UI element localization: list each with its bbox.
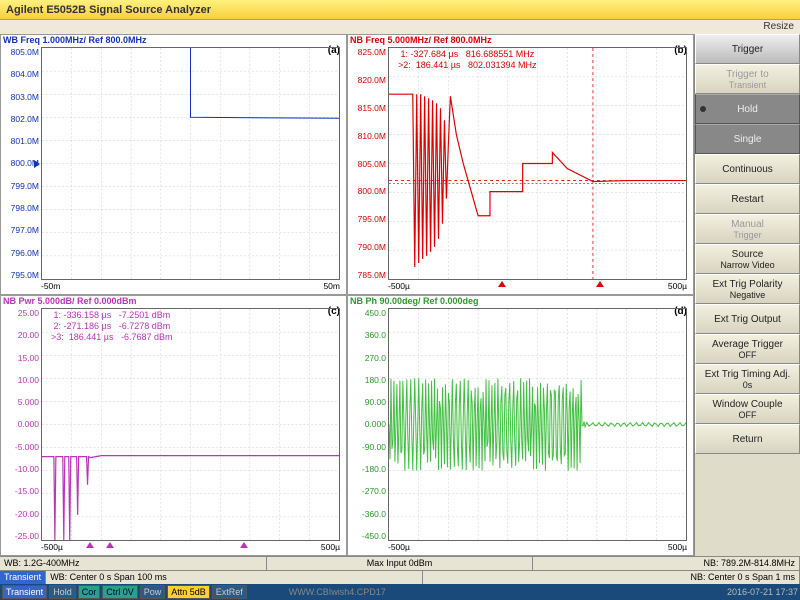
status-transient[interactable]: Transient	[0, 571, 46, 584]
chip-cor[interactable]: Cor	[78, 585, 101, 599]
pane-c-yticks: 25.0020.0015.0010.005.0000.000-5.000-10.…	[1, 308, 39, 541]
radio-dot-icon	[700, 106, 706, 112]
status-nb-center: NB: Center 0 s Span 1 ms	[423, 571, 800, 584]
title-bar: Agilent E5052B Signal Source Analyzer	[0, 0, 800, 20]
sidebar: Trigger Trigger toTransient Hold Single …	[694, 34, 800, 556]
pane-b-title: NB Freq 5.000MHz/ Ref 800.0MHz	[350, 35, 492, 45]
pane-b-xticks: -500µ500µ	[388, 281, 687, 293]
status-max-input: Max Input 0dBm	[267, 557, 534, 570]
pane-a-xticks: -50m50m	[41, 281, 340, 293]
pane-nb-freq[interactable]: NB Freq 5.000MHz/ Ref 800.0MHz (b) 825.0…	[347, 34, 694, 295]
pane-c-title: NB Pwr 5.000dB/ Ref 0.000dBm	[3, 296, 137, 306]
watermark: WWW.CBIwish4.CPD17	[289, 587, 386, 597]
status-bar-2: Transient Hold Cor Ctrl 0V Pow Attn 5dB …	[0, 584, 800, 600]
manual-trigger-button[interactable]: ManualTrigger	[695, 214, 800, 244]
chip-extref[interactable]: ExtRef	[212, 585, 247, 599]
return-button[interactable]: Return	[695, 424, 800, 454]
status-nb-range: NB: 789.2M-814.8MHz	[533, 557, 800, 570]
status-bar-1: WB: 1.2G-400MHz Max Input 0dBm NB: 789.2…	[0, 556, 800, 570]
resize-label[interactable]: Resize	[763, 21, 794, 32]
pane-d-xticks: -500µ500µ	[388, 542, 687, 554]
chip-transient[interactable]: Transient	[2, 585, 47, 599]
ext-trig-timing-button[interactable]: Ext Trig Timing Adj.0s	[695, 364, 800, 394]
trigger-button[interactable]: Trigger	[695, 34, 800, 64]
datetime: 2016-07-21 17:37	[727, 587, 798, 597]
ref-marker-icon	[34, 160, 40, 168]
average-trigger-button[interactable]: Average TriggerOFF	[695, 334, 800, 364]
continuous-button[interactable]: Continuous	[695, 154, 800, 184]
plot-grid: WB Freq 1.000MHz/ Ref 800.0MHz (a) 805.0…	[0, 34, 694, 556]
single-button[interactable]: Single	[695, 124, 800, 154]
pane-wb-freq[interactable]: WB Freq 1.000MHz/ Ref 800.0MHz (a) 805.0…	[0, 34, 347, 295]
pane-c-xticks: -500µ500µ	[41, 542, 340, 554]
status-bar-1b: Transient WB: Center 0 s Span 100 ms NB:…	[0, 570, 800, 584]
pane-a-title: WB Freq 1.000MHz/ Ref 800.0MHz	[3, 35, 147, 45]
trigger-to-transient-button[interactable]: Trigger toTransient	[695, 64, 800, 94]
chip-ctrl0v[interactable]: Ctrl 0V	[102, 585, 138, 599]
window-couple-button[interactable]: Window CoupleOFF	[695, 394, 800, 424]
ext-trig-output-button[interactable]: Ext Trig Output	[695, 304, 800, 334]
hold-button[interactable]: Hold	[695, 94, 800, 124]
restart-button[interactable]: Restart	[695, 184, 800, 214]
ext-trig-polarity-button[interactable]: Ext Trig PolarityNegative	[695, 274, 800, 304]
chip-attn[interactable]: Attn 5dB	[167, 585, 210, 599]
pane-d-plot	[388, 308, 687, 541]
source-button[interactable]: SourceNarrow Video	[695, 244, 800, 274]
pane-d-yticks: 450.0360.0270.0180.090.000.000-90.00-180…	[348, 308, 386, 541]
pane-d-title: NB Ph 90.00deg/ Ref 0.000deg	[350, 296, 479, 306]
status-wb-center: WB: Center 0 s Span 100 ms	[46, 571, 423, 584]
chip-hold[interactable]: Hold	[49, 585, 76, 599]
pane-b-plot	[388, 47, 687, 280]
pane-nb-pwr[interactable]: NB Pwr 5.000dB/ Ref 0.000dBm (c) 25.0020…	[0, 295, 347, 556]
app-title: Agilent E5052B Signal Source Analyzer	[6, 4, 211, 16]
pane-b-markers: 1: -327.684 µs 816.688551 MHz >2: 186.44…	[398, 49, 537, 71]
pane-a-plot	[41, 47, 340, 280]
chip-pow[interactable]: Pow	[140, 585, 166, 599]
pane-c-markers: 1: -336.158 µs -7.2501 dBm 2: -271.186 µ…	[51, 310, 173, 343]
pane-b-yticks: 825.0M820.0M815.0M810.0M805.0M800.0M795.…	[348, 47, 386, 280]
status-wb-range: WB: 1.2G-400MHz	[0, 557, 267, 570]
pane-nb-phase[interactable]: NB Ph 90.00deg/ Ref 0.000deg (d) 450.036…	[347, 295, 694, 556]
resize-row: Resize	[0, 20, 800, 34]
